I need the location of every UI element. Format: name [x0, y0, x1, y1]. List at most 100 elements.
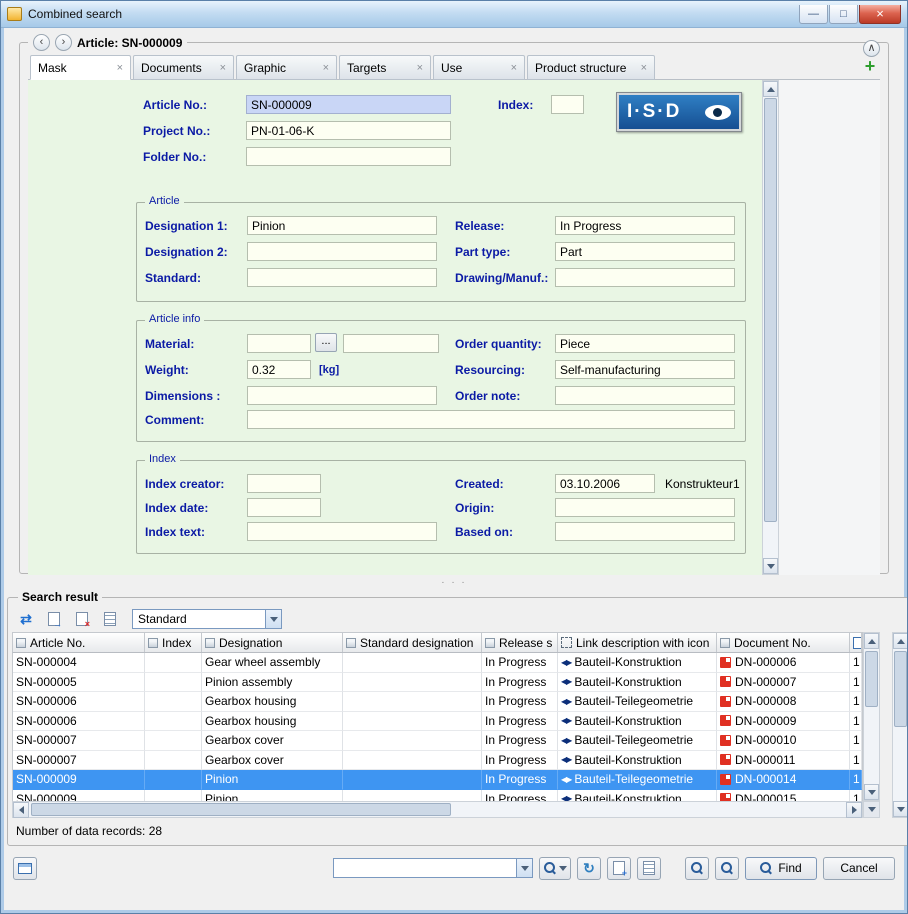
result-filter-dropdown[interactable]: Standard: [132, 609, 282, 629]
add-tab-button[interactable]: +: [860, 57, 880, 75]
table-row[interactable]: SN-000005Pinion assemblyIn Progress◀▶Bau…: [13, 673, 862, 693]
tab-close-icon[interactable]: ×: [117, 62, 123, 74]
material-field-2[interactable]: [343, 334, 439, 353]
scroll-track[interactable]: [763, 97, 778, 558]
part-type-field[interactable]: [555, 242, 735, 261]
scroll-down-button[interactable]: [893, 801, 908, 817]
project-no-field[interactable]: [246, 121, 451, 140]
column-header-release[interactable]: Release s: [482, 633, 558, 652]
tab-mask[interactable]: Mask ×: [30, 55, 131, 80]
tab-graphic[interactable]: Graphic ×: [236, 55, 337, 80]
column-header-link-description[interactable]: Link description with icon: [558, 633, 717, 652]
result-window-button[interactable]: [13, 857, 37, 880]
tab-close-icon[interactable]: ×: [323, 62, 329, 74]
table-row[interactable]: SN-000009PinionIn Progress◀▶Bauteil-Teil…: [13, 770, 862, 790]
minimize-button[interactable]: —: [799, 5, 828, 24]
article-no-field[interactable]: [246, 95, 451, 114]
order-note-field[interactable]: [555, 386, 735, 405]
tab-close-icon[interactable]: ×: [220, 62, 226, 74]
back-button[interactable]: ‹: [33, 34, 50, 51]
scroll-up-button[interactable]: [864, 633, 879, 649]
h-scrollbar[interactable]: [12, 801, 863, 818]
titlebar[interactable]: Combined search — □ ×: [1, 1, 907, 28]
zoom-result-button[interactable]: [685, 857, 709, 880]
report-button[interactable]: [98, 608, 122, 630]
column-header-article-no[interactable]: Article No.: [13, 633, 145, 652]
footer-dropdown[interactable]: [333, 858, 533, 878]
tab-documents[interactable]: Documents ×: [133, 55, 234, 80]
folder-no-field[interactable]: [246, 147, 451, 166]
refresh-button[interactable]: ↻: [577, 857, 601, 880]
table-row[interactable]: SN-000004Gear wheel assemblyIn Progress◀…: [13, 653, 862, 673]
tab-close-icon[interactable]: ×: [511, 62, 517, 74]
table-row[interactable]: SN-000006Gearbox housingIn Progress◀▶Bau…: [13, 692, 862, 712]
index-field[interactable]: [551, 95, 584, 114]
comment-field[interactable]: [247, 410, 735, 429]
tab-use[interactable]: Use ×: [433, 55, 525, 80]
cell-document-no: DN-000014: [717, 770, 850, 790]
splitter-handle[interactable]: · · ·: [1, 574, 907, 590]
resourcing-field[interactable]: [555, 360, 735, 379]
preview-button[interactable]: [715, 857, 739, 880]
drawing-field[interactable]: [555, 268, 735, 287]
scroll-thumb[interactable]: [764, 98, 777, 522]
origin-field[interactable]: [555, 498, 735, 517]
release-field[interactable]: [555, 216, 735, 235]
designation1-field[interactable]: [247, 216, 437, 235]
table-row[interactable]: SN-000006Gearbox housingIn Progress◀▶Bau…: [13, 712, 862, 732]
v-scrollbar[interactable]: [863, 632, 880, 801]
part-link-icon: ◀▶: [561, 677, 571, 686]
find-button[interactable]: Find: [745, 857, 817, 880]
designation2-field[interactable]: [247, 242, 437, 261]
index-text-field[interactable]: [247, 522, 437, 541]
new-document-button[interactable]: +: [607, 857, 631, 880]
scroll-down-button[interactable]: [763, 558, 778, 574]
dropdown-arrow-icon[interactable]: [265, 610, 281, 628]
material-browse-button[interactable]: ...: [315, 333, 337, 352]
scroll-corner: [863, 801, 880, 818]
column-header-standard-designation[interactable]: Standard designation: [343, 633, 482, 652]
tab-product-structure[interactable]: Product structure ×: [527, 55, 655, 80]
created-field[interactable]: [555, 474, 655, 493]
table-row[interactable]: SN-000009PinionIn Progress◀▶Bauteil-Kons…: [13, 790, 862, 802]
table-row[interactable]: SN-000007Gearbox coverIn Progress◀▶Baute…: [13, 731, 862, 751]
column-header-document-no[interactable]: Document No.: [717, 633, 850, 652]
h-scroll-thumb[interactable]: [31, 803, 451, 816]
scroll-up-button[interactable]: [893, 633, 908, 649]
forward-button[interactable]: ›: [55, 34, 72, 51]
material-field[interactable]: [247, 334, 311, 353]
tab-close-icon[interactable]: ×: [417, 62, 423, 74]
based-on-field[interactable]: [555, 522, 735, 541]
scroll-down-button[interactable]: [864, 784, 879, 800]
index-creator-field[interactable]: [247, 474, 321, 493]
scroll-left-button[interactable]: [13, 802, 29, 818]
scroll-right-button[interactable]: [846, 802, 862, 818]
close-button[interactable]: ×: [859, 5, 901, 24]
index-date-field[interactable]: [247, 498, 321, 517]
weight-field[interactable]: [247, 360, 311, 379]
cancel-button[interactable]: Cancel: [823, 857, 895, 880]
tab-targets[interactable]: Targets ×: [339, 55, 431, 80]
v-scroll-thumb[interactable]: [865, 651, 878, 707]
collapse-button[interactable]: ∧: [863, 40, 880, 57]
column-header-count[interactable]: [850, 633, 862, 652]
column-header-index[interactable]: Index: [145, 633, 202, 652]
column-header-designation[interactable]: Designation: [202, 633, 343, 652]
outer-v-scrollbar[interactable]: [892, 632, 908, 818]
scroll-up-button[interactable]: [763, 81, 778, 97]
tab-close-icon[interactable]: ×: [641, 62, 647, 74]
outer-scroll-thumb[interactable]: [894, 651, 907, 727]
refresh-results-button[interactable]: ⇄: [14, 608, 38, 630]
delete-result-button[interactable]: ×: [70, 608, 94, 630]
dimensions-field[interactable]: [247, 386, 437, 405]
standard-field[interactable]: [247, 268, 437, 287]
maximize-button[interactable]: □: [829, 5, 858, 24]
dropdown-arrow-icon[interactable]: [516, 859, 532, 877]
table-row[interactable]: SN-000007Gearbox coverIn Progress◀▶Baute…: [13, 751, 862, 771]
order-quantity-field[interactable]: [555, 334, 735, 353]
form-scrollbar[interactable]: [762, 80, 779, 575]
open-document-button[interactable]: [637, 857, 661, 880]
search-options-button[interactable]: [539, 857, 571, 880]
export-button[interactable]: →: [42, 608, 66, 630]
cell-count: 1: [850, 790, 862, 802]
